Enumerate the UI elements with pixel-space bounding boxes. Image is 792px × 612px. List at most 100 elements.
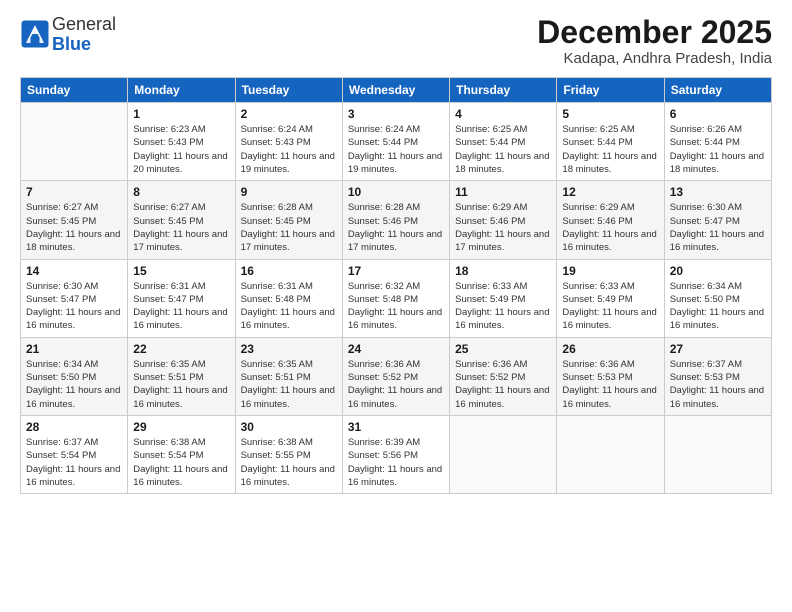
day-info: Sunrise: 6:38 AMSunset: 5:54 PMDaylight:…: [133, 437, 227, 488]
day-info: Sunrise: 6:35 AMSunset: 5:51 PMDaylight:…: [133, 359, 227, 410]
day-number: 19: [562, 264, 658, 278]
day-number: 26: [562, 342, 658, 356]
day-info: Sunrise: 6:37 AMSunset: 5:53 PMDaylight:…: [670, 359, 764, 410]
day-number: 28: [26, 420, 122, 434]
day-cell: 10 Sunrise: 6:28 AMSunset: 5:46 PMDayligh…: [342, 181, 449, 259]
day-number: 18: [455, 264, 551, 278]
day-info: Sunrise: 6:34 AMSunset: 5:50 PMDaylight:…: [26, 359, 120, 410]
day-cell: 20Sunrise: 6:34 AMSunset: 5:50 PMDayligh…: [664, 259, 771, 337]
page: General Blue December 2025 Kadapa, Andhr…: [0, 0, 792, 612]
day-cell: 2Sunrise: 6:24 AMSunset: 5:43 PMDaylight…: [235, 103, 342, 181]
day-cell: 28 Sunrise: 6:37 AMSunset: 5:54 PMDayligh…: [21, 415, 128, 493]
day-number: 29: [133, 420, 229, 434]
day-cell: 23Sunrise: 6:35 AMSunset: 5:51 PMDayligh…: [235, 337, 342, 415]
day-cell: 16 Sunrise: 6:31 AMSunset: 5:48 PMDayligh…: [235, 259, 342, 337]
day-cell: 26 Sunrise: 6:36 AMSunset: 5:53 PMDayligh…: [557, 337, 664, 415]
header-wednesday: Wednesday: [342, 78, 449, 103]
day-cell: 25 Sunrise: 6:36 AMSunset: 5:52 PMDayligh…: [450, 337, 557, 415]
day-info: Sunrise: 6:39 AMSunset: 5:56 PMDaylight:…: [348, 437, 442, 488]
day-number: 13: [670, 185, 766, 199]
day-number: 9: [241, 185, 337, 199]
day-number: 30: [241, 420, 337, 434]
day-info: Sunrise: 6:27 AMSunset: 5:45 PMDaylight:…: [133, 202, 227, 253]
day-number: 3: [348, 107, 444, 121]
day-info: Sunrise: 6:33 AMSunset: 5:49 PMDaylight:…: [562, 281, 656, 332]
day-cell: 5Sunrise: 6:25 AMSunset: 5:44 PMDaylight…: [557, 103, 664, 181]
title-block: December 2025 Kadapa, Andhra Pradesh, In…: [537, 15, 772, 67]
day-cell: 27 Sunrise: 6:37 AMSunset: 5:53 PMDayligh…: [664, 337, 771, 415]
day-cell: 12 Sunrise: 6:29 AMSunset: 5:46 PMDayligh…: [557, 181, 664, 259]
header-friday: Friday: [557, 78, 664, 103]
day-info: Sunrise: 6:36 AMSunset: 5:52 PMDaylight:…: [348, 359, 442, 410]
day-cell: 4 Sunrise: 6:25 AMSunset: 5:44 PMDaylight…: [450, 103, 557, 181]
day-number: 10: [348, 185, 444, 199]
day-info: Sunrise: 6:30 AMSunset: 5:47 PMDaylight:…: [670, 202, 764, 253]
day-number: 24: [348, 342, 444, 356]
week-row-5: 28 Sunrise: 6:37 AMSunset: 5:54 PMDayligh…: [21, 415, 772, 493]
day-number: 4: [455, 107, 551, 121]
day-number: 16: [241, 264, 337, 278]
day-cell: 15 Sunrise: 6:31 AMSunset: 5:47 PMDayligh…: [128, 259, 235, 337]
header-monday: Monday: [128, 78, 235, 103]
day-info: Sunrise: 6:28 AMSunset: 5:46 PMDaylight:…: [348, 202, 442, 253]
day-info: Sunrise: 6:32 AMSunset: 5:48 PMDaylight:…: [348, 281, 442, 332]
day-cell: 13 Sunrise: 6:30 AMSunset: 5:47 PMDayligh…: [664, 181, 771, 259]
logo-text: General Blue: [52, 15, 116, 55]
day-number: 22: [133, 342, 229, 356]
day-number: 15: [133, 264, 229, 278]
day-info: Sunrise: 6:36 AMSunset: 5:52 PMDaylight:…: [455, 359, 549, 410]
day-cell: 24 Sunrise: 6:36 AMSunset: 5:52 PMDayligh…: [342, 337, 449, 415]
day-cell: 6 Sunrise: 6:26 AMSunset: 5:44 PMDaylight…: [664, 103, 771, 181]
day-cell: 9 Sunrise: 6:28 AMSunset: 5:45 PMDaylight…: [235, 181, 342, 259]
day-cell: 3 Sunrise: 6:24 AMSunset: 5:44 PMDaylight…: [342, 103, 449, 181]
week-row-2: 7 Sunrise: 6:27 AMSunset: 5:45 PMDaylight…: [21, 181, 772, 259]
day-cell: [557, 415, 664, 493]
logo-blue: Blue: [52, 34, 91, 54]
day-info: Sunrise: 6:31 AMSunset: 5:48 PMDaylight:…: [241, 281, 335, 332]
day-number: 27: [670, 342, 766, 356]
day-info: Sunrise: 6:36 AMSunset: 5:53 PMDaylight:…: [562, 359, 656, 410]
day-number: 21: [26, 342, 122, 356]
day-number: 20: [670, 264, 766, 278]
day-cell: 8Sunrise: 6:27 AMSunset: 5:45 PMDaylight…: [128, 181, 235, 259]
day-cell: [664, 415, 771, 493]
day-cell: 14 Sunrise: 6:30 AMSunset: 5:47 PMDayligh…: [21, 259, 128, 337]
day-info: Sunrise: 6:24 AMSunset: 5:43 PMDaylight:…: [241, 124, 335, 175]
day-number: 14: [26, 264, 122, 278]
day-info: Sunrise: 6:26 AMSunset: 5:44 PMDaylight:…: [670, 124, 764, 175]
day-cell: 21 Sunrise: 6:34 AMSunset: 5:50 PMDayligh…: [21, 337, 128, 415]
day-cell: 19 Sunrise: 6:33 AMSunset: 5:49 PMDayligh…: [557, 259, 664, 337]
month-title: December 2025: [537, 15, 772, 50]
day-info: Sunrise: 6:28 AMSunset: 5:45 PMDaylight:…: [241, 202, 335, 253]
day-info: Sunrise: 6:29 AMSunset: 5:46 PMDaylight:…: [455, 202, 549, 253]
header-sunday: Sunday: [21, 78, 128, 103]
day-cell: 11 Sunrise: 6:29 AMSunset: 5:46 PMDayligh…: [450, 181, 557, 259]
day-cell: 1 Sunrise: 6:23 AMSunset: 5:43 PMDaylight…: [128, 103, 235, 181]
day-info: Sunrise: 6:25 AMSunset: 5:44 PMDaylight:…: [562, 124, 656, 175]
header-tuesday: Tuesday: [235, 78, 342, 103]
day-cell: [450, 415, 557, 493]
header: General Blue December 2025 Kadapa, Andhr…: [20, 15, 772, 67]
day-number: 6: [670, 107, 766, 121]
day-info: Sunrise: 6:23 AMSunset: 5:43 PMDaylight:…: [133, 124, 227, 175]
logo-icon: [20, 19, 50, 49]
day-info: Sunrise: 6:31 AMSunset: 5:47 PMDaylight:…: [133, 281, 227, 332]
day-number: 11: [455, 185, 551, 199]
week-row-1: 1 Sunrise: 6:23 AMSunset: 5:43 PMDaylight…: [21, 103, 772, 181]
day-number: 1: [133, 107, 229, 121]
header-saturday: Saturday: [664, 78, 771, 103]
day-info: Sunrise: 6:24 AMSunset: 5:44 PMDaylight:…: [348, 124, 442, 175]
logo-general: General: [52, 14, 116, 34]
day-number: 25: [455, 342, 551, 356]
day-number: 12: [562, 185, 658, 199]
day-info: Sunrise: 6:37 AMSunset: 5:54 PMDaylight:…: [26, 437, 120, 488]
day-info: Sunrise: 6:27 AMSunset: 5:45 PMDaylight:…: [26, 202, 120, 253]
day-info: Sunrise: 6:29 AMSunset: 5:46 PMDaylight:…: [562, 202, 656, 253]
day-info: Sunrise: 6:30 AMSunset: 5:47 PMDaylight:…: [26, 281, 120, 332]
day-info: Sunrise: 6:25 AMSunset: 5:44 PMDaylight:…: [455, 124, 549, 175]
day-number: 17: [348, 264, 444, 278]
day-number: 7: [26, 185, 122, 199]
calendar-table: Sunday Monday Tuesday Wednesday Thursday…: [20, 77, 772, 494]
day-cell: 30 Sunrise: 6:38 AMSunset: 5:55 PMDayligh…: [235, 415, 342, 493]
day-info: Sunrise: 6:38 AMSunset: 5:55 PMDaylight:…: [241, 437, 335, 488]
